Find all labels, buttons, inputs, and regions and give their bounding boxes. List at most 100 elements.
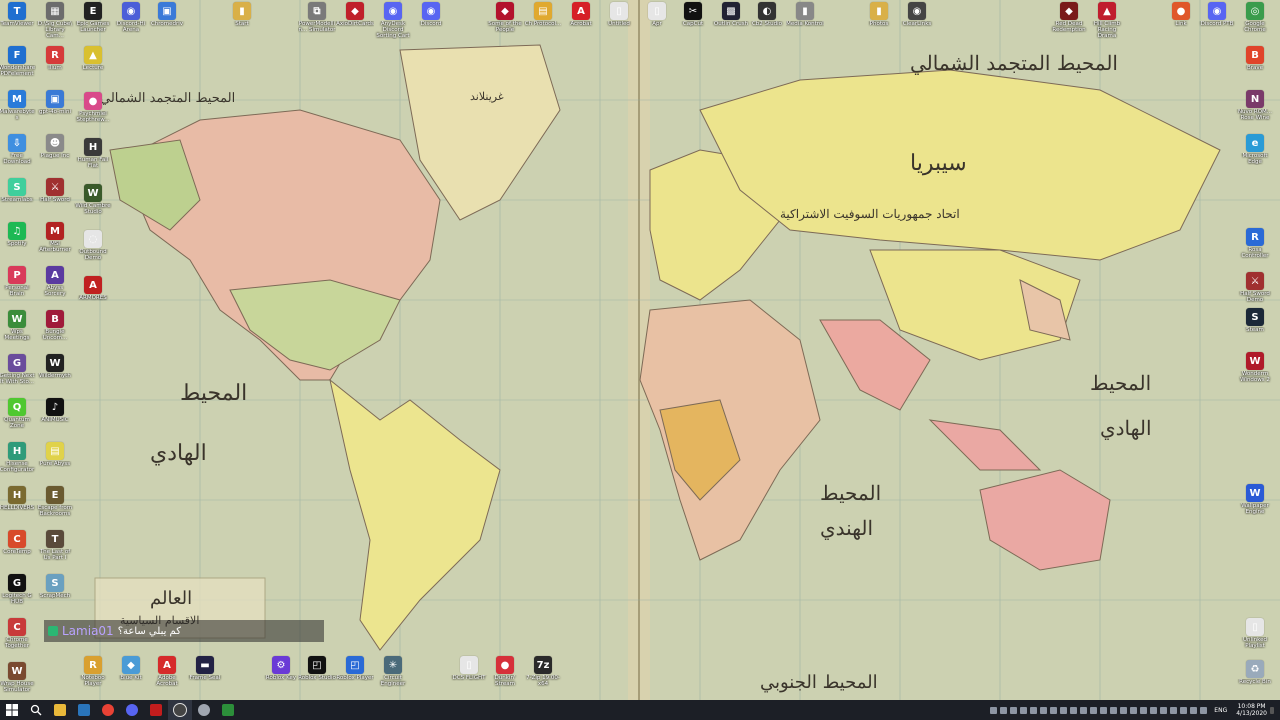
- desktop-icon[interactable]: ◌ Outbound Demo: [76, 230, 110, 270]
- desktop-icon[interactable]: ◉ Discord-Hi Arena: [114, 2, 148, 42]
- desktop-icon[interactable]: E Epic Games Launcher: [76, 2, 110, 42]
- taskbar-discord[interactable]: [120, 700, 144, 720]
- desktop-icon[interactable]: ♪ ANIMUSIC: [38, 398, 72, 438]
- desktop-icon[interactable]: ◎ Google Chrome: [1238, 2, 1272, 42]
- desktop-icon[interactable]: A ARMORES: [76, 276, 110, 316]
- desktop-icon[interactable]: ◐ Cb2 Studio: [750, 2, 784, 42]
- desktop-icon[interactable]: ● Dunkin' Stream: [488, 656, 522, 696]
- taskbar-file-explorer[interactable]: [48, 700, 72, 720]
- desktop-icon[interactable]: ▮ Photos: [862, 2, 896, 42]
- tray-icon[interactable]: [1060, 706, 1068, 714]
- desktop-icon[interactable]: ◉ Discord PTB: [1200, 2, 1234, 42]
- desktop-icon[interactable]: M Malwarebytes: [0, 90, 35, 130]
- desktop-icon[interactable]: C Chrome Together: [0, 618, 34, 658]
- desktop-icon[interactable]: H Hisense Configurator: [0, 442, 34, 482]
- desktop-icon[interactable]: ◉ ClearLinks: [900, 2, 934, 42]
- desktop-icon[interactable]: B Brave: [1238, 46, 1272, 86]
- tray-icon[interactable]: [990, 706, 998, 714]
- tray-icon[interactable]: [1030, 706, 1038, 714]
- desktop-icon[interactable]: ▣ gpt-4o-mini: [38, 90, 72, 130]
- tray-icon[interactable]: [1120, 706, 1128, 714]
- desktop-icon[interactable]: R Noteboo Player: [76, 656, 110, 696]
- show-desktop-button[interactable]: [1270, 706, 1274, 714]
- desktop-icon[interactable]: ▯ DCS FLIGHT: [452, 656, 486, 696]
- desktop-icon[interactable]: Q Quantum Zone: [0, 398, 34, 438]
- start-button[interactable]: [0, 700, 24, 720]
- tray-icon[interactable]: [1110, 706, 1118, 714]
- taskbar-acrobat[interactable]: [144, 700, 168, 720]
- taskbar-obs[interactable]: [168, 700, 192, 720]
- desktop-icon[interactable]: H Human Fall Flat: [76, 138, 110, 178]
- desktop-icon[interactable]: ⚔ Half Sword Demo: [1238, 272, 1272, 312]
- desktop-icon[interactable]: ▤ Pure Abyss: [38, 442, 72, 482]
- desktop-icon[interactable]: A Abyss Sorcery: [38, 266, 72, 306]
- desktop-icon[interactable]: ▲ Lecture: [76, 46, 110, 86]
- desktop-icon[interactable]: ◆ AxioDirtCards: [336, 2, 374, 42]
- desktop-icon[interactable]: B Bungie Uncom...: [38, 310, 72, 350]
- desktop-icon[interactable]: ⧉ PowerModellin... Simulator: [298, 2, 336, 42]
- desktop-icon[interactable]: S ScrapMech: [38, 574, 72, 614]
- desktop-icon[interactable]: ▦ D:\Sig Cube\ Library Cam...: [38, 2, 72, 42]
- desktop-icon[interactable]: ▯ Untitled: [602, 2, 636, 42]
- desktop-icon[interactable]: S Streamlabs: [0, 178, 34, 218]
- desktop-icon[interactable]: ▯ Unlinked Playlist: [1238, 618, 1272, 658]
- desktop-icon[interactable]: N Nuvo ROM... Rose Wine: [1238, 90, 1272, 130]
- desktop-icon[interactable]: ◉ AnyDesk Discord Sorting Cart: [376, 2, 410, 42]
- desktop-icon[interactable]: ◉ Discord: [414, 2, 448, 42]
- desktop-icon[interactable]: ▤ Ch Protocol...: [525, 2, 561, 42]
- desktop-icon[interactable]: ▮ Media Kontrol: [786, 2, 824, 42]
- desktop-icon[interactable]: W Wildermyth: [38, 354, 72, 394]
- tray-icon[interactable]: [1130, 706, 1138, 714]
- desktop-icon[interactable]: G Getting Next It With Sto...: [0, 354, 35, 394]
- desktop-icon[interactable]: M MSI Afterburner: [38, 222, 72, 262]
- desktop-icon[interactable]: ▣ Chromedriv: [150, 2, 184, 42]
- taskbar-chrome[interactable]: [96, 700, 120, 720]
- desktop-icon[interactable]: ⇩ Free Download: [0, 134, 34, 174]
- desktop-icon[interactable]: ✳ Circuit Engineer: [376, 656, 410, 696]
- desktop-icon[interactable]: ◆ Blue Kit: [114, 656, 148, 696]
- desktop-icon[interactable]: ● Link: [1164, 2, 1198, 42]
- desktop-icon[interactable]: ◆ Red Dead Redemption: [1052, 2, 1086, 42]
- tray-icon[interactable]: [1100, 706, 1108, 714]
- tray-icon[interactable]: [1200, 706, 1208, 714]
- desktop-icon[interactable]: P Personal Brain: [0, 266, 34, 306]
- desktop-icon[interactable]: e Microsoft Edge: [1238, 134, 1272, 174]
- tray-icon[interactable]: [1150, 706, 1158, 714]
- desktop-icon[interactable]: W Wild Cambre Studio: [75, 184, 111, 224]
- desktop-icon[interactable]: S Steam: [1238, 308, 1272, 348]
- desktop-icon[interactable]: R Ilium: [38, 46, 72, 86]
- tray-icon[interactable]: [1160, 706, 1168, 714]
- desktop-icon[interactable]: G Logitech G HUB: [0, 574, 34, 614]
- desktop-icon[interactable]: ⚙ Roblox Key: [264, 656, 298, 696]
- desktop-icon[interactable]: ♻ Recycle Bin: [1238, 660, 1272, 700]
- desktop-icon[interactable]: A Adobe Acrobat: [150, 656, 184, 696]
- desktop-icon[interactable]: 7z 7-Zip 19.00-x64: [526, 656, 560, 696]
- taskbar-settings[interactable]: [192, 700, 216, 720]
- tray-icon[interactable]: [1170, 706, 1178, 714]
- tray-icon[interactable]: [1010, 706, 1018, 714]
- tray-icon[interactable]: [1190, 706, 1198, 714]
- desktop-icon[interactable]: F Wondershare PDFelement: [0, 46, 35, 86]
- desktop-icon[interactable]: ▯ Apr: [640, 2, 674, 42]
- desktop-icon[interactable]: W Wrap House Simulator: [0, 662, 34, 702]
- tray-icon[interactable]: [1140, 706, 1148, 714]
- desktop-icon[interactable]: ◆ Some of the People: [488, 2, 522, 42]
- desktop-icon[interactable]: ● Psychmiel Stepthrew...: [76, 92, 110, 132]
- tray-icon[interactable]: [1180, 706, 1188, 714]
- desktop-icon[interactable]: ▮ Start: [225, 2, 259, 42]
- desktop-icon[interactable]: A Acrobat: [564, 2, 598, 42]
- desktop-icon[interactable]: H HELLDIVERS: [0, 486, 34, 526]
- tray-icon[interactable]: [1050, 706, 1058, 714]
- desktop-icon[interactable]: ▲ Hill Climb Racing Drama: [1090, 2, 1124, 42]
- desktop-icon[interactable]: ✂ CapCut: [676, 2, 710, 42]
- tray-icon[interactable]: [1070, 706, 1078, 714]
- desktop-icon[interactable]: W Wallpaper Engine: [1238, 484, 1272, 524]
- language-indicator[interactable]: ENG: [1214, 707, 1227, 714]
- taskbar-terminal[interactable]: [216, 700, 240, 720]
- desktop-icon[interactable]: T The Last of Us Part I: [38, 530, 72, 570]
- search-button[interactable]: [24, 700, 48, 720]
- taskbar-steam[interactable]: [72, 700, 96, 720]
- clock[interactable]: 10:08 PM 4/13/2020: [1236, 703, 1267, 717]
- desktop-icon[interactable]: ◰ Roblox Studio: [298, 656, 336, 696]
- desktop-icon[interactable]: ▬ Frame Seal: [188, 656, 222, 696]
